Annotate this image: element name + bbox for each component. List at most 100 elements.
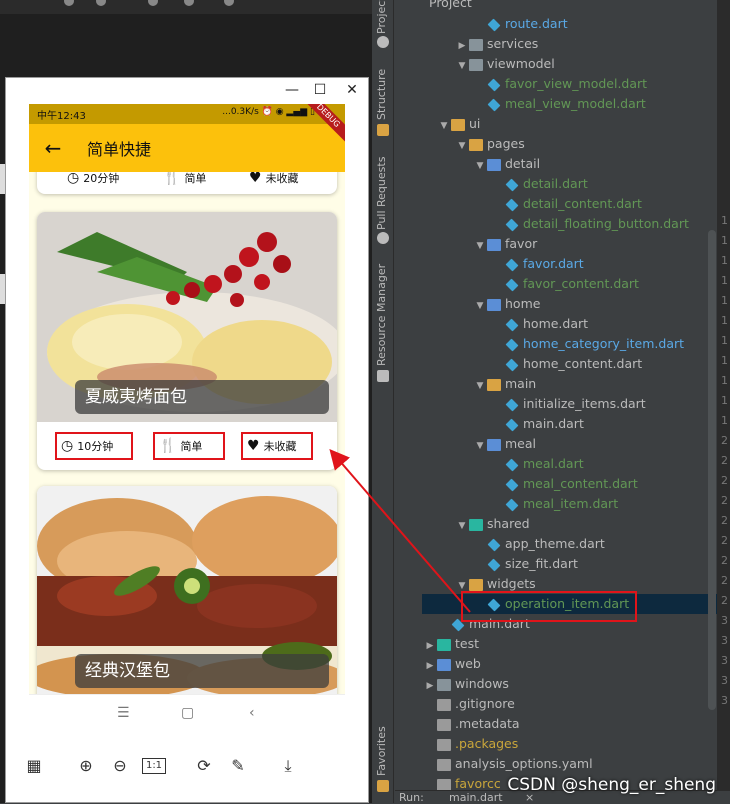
expanded-arrow-icon[interactable]: ▼ xyxy=(473,376,487,396)
home-icon[interactable]: ▢ xyxy=(181,705,194,721)
tree-file[interactable]: detail_floating_button.dart xyxy=(491,214,689,234)
rotate-icon[interactable]: ⟳ xyxy=(192,754,216,778)
gutter-line-number: 1 xyxy=(721,274,728,287)
meal-card[interactable]: 夏威夷烤面包 ◷ 10分钟 🍴 简单 ♥ 未收藏 xyxy=(37,212,337,470)
minimize-icon[interactable]: — xyxy=(280,80,304,100)
tree-folder[interactable]: ▼ favor xyxy=(473,234,538,256)
operation-favorite[interactable]: ♥ 未收藏 xyxy=(241,432,313,460)
collapsed-arrow-icon[interactable]: ▶ xyxy=(423,656,437,676)
tab-favorites[interactable]: Favorites xyxy=(375,726,388,776)
menu-icon[interactable]: ☰ xyxy=(117,705,130,721)
expanded-arrow-icon[interactable]: ▼ xyxy=(473,296,487,316)
operation-row: ◷ 20分钟 🍴 简单 ♥ 未收藏 xyxy=(37,172,337,192)
tree-file[interactable]: .packages xyxy=(423,734,518,754)
tree-folder[interactable]: ▼ main xyxy=(473,374,537,396)
tree-folder[interactable]: ▼ ui xyxy=(437,114,481,136)
tree-folder[interactable]: ▼ meal xyxy=(473,434,536,454)
zoom-in-icon[interactable]: ⊕ xyxy=(74,754,98,778)
expanded-arrow-icon[interactable]: ▼ xyxy=(437,116,451,136)
tab-project[interactable]: Project xyxy=(375,0,388,34)
tree-folder[interactable]: ▶ web xyxy=(423,654,481,674)
file-icon xyxy=(437,778,451,790)
dart-file-icon xyxy=(487,98,501,111)
expanded-arrow-icon[interactable]: ▼ xyxy=(473,236,487,256)
tree-file[interactable]: favor.dart xyxy=(491,254,584,274)
maximize-icon[interactable]: ☐ xyxy=(308,80,332,100)
tree-folder[interactable]: ▶ services xyxy=(455,34,539,56)
tree-file[interactable]: favor_content.dart xyxy=(491,274,639,294)
meal-card-previous[interactable]: ◷ 20分钟 🍴 简单 ♥ 未收藏 xyxy=(37,172,337,194)
status-time: 中午12:43 xyxy=(37,111,86,122)
tree-file[interactable]: home_category_item.dart xyxy=(491,334,684,354)
tree-scrollbar[interactable] xyxy=(708,230,716,710)
tree-folder[interactable]: ▼ shared xyxy=(455,514,530,534)
tree-file[interactable]: meal_view_model.dart xyxy=(473,94,646,114)
tree-file[interactable]: .metadata xyxy=(423,714,520,734)
gutter-line-number: 1 xyxy=(721,334,728,347)
folder-icon xyxy=(487,438,501,451)
tree-folder[interactable]: ▼ home xyxy=(473,294,541,316)
tree-item-label: detail xyxy=(505,156,541,171)
expanded-arrow-icon[interactable]: ▼ xyxy=(455,136,469,156)
expanded-arrow-icon[interactable]: ▼ xyxy=(473,156,487,176)
collapsed-arrow-icon[interactable]: ▶ xyxy=(423,676,437,696)
tree-file[interactable]: meal_item.dart xyxy=(491,494,618,514)
tree-item-label: Project xyxy=(429,0,472,10)
tree-file[interactable]: size_fit.dart xyxy=(473,554,578,574)
gutter-line-number: 3 xyxy=(721,654,728,667)
tree-folder[interactable]: ▼ viewmodel xyxy=(455,54,555,74)
collapsed-arrow-icon[interactable]: ▶ xyxy=(455,36,469,56)
collapsed-arrow-icon[interactable]: ▶ xyxy=(423,636,437,656)
expanded-arrow-icon[interactable]: ▼ xyxy=(455,56,469,76)
tab-resource-manager[interactable]: Resource Manager xyxy=(375,262,388,366)
back-icon[interactable]: ‹ xyxy=(249,705,255,721)
gutter-line-number: 1 xyxy=(721,374,728,387)
expanded-arrow-icon[interactable]: ▼ xyxy=(455,516,469,536)
tree-file[interactable]: meal.dart xyxy=(491,454,584,474)
tree-file[interactable]: detail_content.dart xyxy=(491,194,642,214)
tree-folder[interactable]: ▼ pages xyxy=(455,134,525,154)
tree-file[interactable]: detail.dart xyxy=(491,174,588,194)
tree-file[interactable]: route.dart xyxy=(473,14,568,34)
status-icons: ...0.3K/s ⏰ ◉ ▂▄▆ ▯ xyxy=(222,107,315,117)
pencil-icon[interactable]: ✎ xyxy=(226,754,250,778)
watermark: CSDN @sheng_er_sheng xyxy=(507,775,716,795)
tab-structure[interactable]: Structure xyxy=(375,68,388,120)
dart-file-icon xyxy=(505,418,519,431)
expanded-arrow-icon[interactable]: ▼ xyxy=(473,436,487,456)
tree-file[interactable]: .gitignore xyxy=(423,694,515,714)
tree-item-label: .gitignore xyxy=(455,696,515,711)
operation-time[interactable]: ◷ 10分钟 xyxy=(55,432,133,460)
tab-pull-requests[interactable]: Pull Requests xyxy=(375,150,388,230)
project-header[interactable]: Project xyxy=(415,0,472,13)
tree-folder[interactable]: ▼ detail xyxy=(473,154,541,176)
meal-card[interactable]: 经典汉堡包 xyxy=(37,486,337,694)
heart-icon: ♥ xyxy=(249,172,262,186)
grid-icon[interactable]: ▦ xyxy=(22,754,46,778)
gutter-line-number: 2 xyxy=(721,494,728,507)
folder-icon xyxy=(469,38,483,51)
one-to-one-icon[interactable]: 1:1 xyxy=(142,758,166,774)
tree-file[interactable]: initialize_items.dart xyxy=(491,394,646,414)
folder-icon xyxy=(487,298,501,311)
emulator-toolbar: ▦ ⊕ ⊖ 1:1 ⟳ ✎ ⤓ xyxy=(6,746,368,802)
tree-file[interactable]: home.dart xyxy=(491,314,588,334)
tree-file[interactable]: favor_view_model.dart xyxy=(473,74,647,94)
tree-folder[interactable]: ▶ test xyxy=(423,634,479,654)
tree-file[interactable]: favorcc xyxy=(423,774,501,790)
close-icon[interactable]: ✕ xyxy=(340,80,364,100)
tree-file[interactable]: home_content.dart xyxy=(491,354,642,374)
tree-file[interactable]: app_theme.dart xyxy=(473,534,605,554)
tree-file[interactable]: main.dart xyxy=(491,414,584,434)
gutter-line-number: 2 xyxy=(721,574,728,587)
run-tab[interactable]: main.dart xyxy=(449,791,503,804)
meal-list[interactable]: ◷ 20分钟 🍴 简单 ♥ 未收藏 夏威夷烤面包 ◷ 10分钟 🍴 简单 ♥ 未… xyxy=(29,172,345,694)
tree-file[interactable]: analysis_options.yaml xyxy=(423,754,593,774)
operation-difficulty[interactable]: 🍴 简单 xyxy=(153,432,225,460)
zoom-out-icon[interactable]: ⊖ xyxy=(108,754,132,778)
tree-item-label: main.dart xyxy=(523,416,584,431)
tree-file[interactable]: meal_content.dart xyxy=(491,474,638,494)
back-arrow-icon[interactable]: ← xyxy=(39,134,67,162)
tree-folder[interactable]: ▶ windows xyxy=(423,674,509,694)
download-icon[interactable]: ⤓ xyxy=(276,754,300,778)
